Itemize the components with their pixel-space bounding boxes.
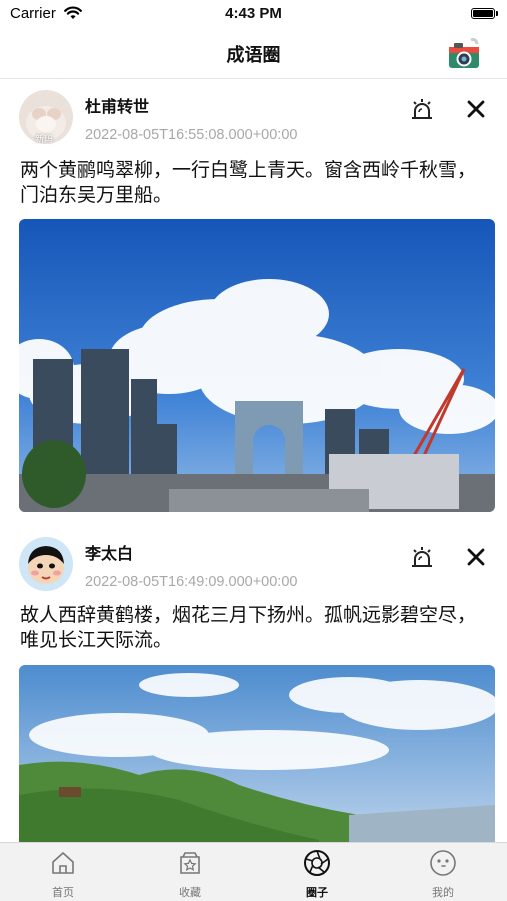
alarm-icon[interactable] [409, 544, 435, 570]
status-bar: Carrier 4:43 PM [0, 0, 507, 28]
post-text: 两个黄鹂鸣翠柳，一行白鹭上青天。窗含西岭千秋雪，门泊东吴万里船。 [20, 159, 477, 206]
favorites-icon [180, 852, 200, 874]
profile-face-icon [430, 850, 456, 876]
avatar-caption: 新玛 [35, 135, 54, 145]
tab-circle[interactable]: 圈子 [267, 843, 367, 901]
post-timestamp: 2022-08-05T16:49:09.000+00:00 [85, 574, 298, 590]
avatar[interactable] [19, 537, 73, 591]
camera-icon[interactable] [446, 36, 482, 72]
tab-label: 圈子 [306, 886, 328, 899]
post-text: 故人西辞黄鹤楼，烟花三月下扬州。孤帆远影碧空尽，唯见长江天际流。 [20, 604, 477, 651]
tab-label: 我的 [432, 886, 454, 899]
clock: 4:43 PM [225, 5, 282, 22]
post-author[interactable]: 杜甫转世 [85, 93, 149, 117]
alarm-icon[interactable] [409, 96, 435, 122]
post-timestamp: 2022-08-05T16:55:08.000+00:00 [85, 127, 298, 143]
close-icon[interactable] [464, 545, 488, 569]
home-icon [52, 852, 74, 874]
post-author[interactable]: 李太白 [85, 540, 133, 564]
tab-label: 首页 [52, 886, 74, 899]
tab-favorites[interactable]: 收藏 [140, 843, 240, 901]
tab-profile[interactable]: 我的 [393, 843, 493, 901]
tab-label: 收藏 [179, 886, 201, 899]
battery-tip [496, 11, 498, 16]
tab-home[interactable]: 首页 [13, 843, 113, 901]
city-skyline-photo[interactable] [19, 219, 495, 512]
nav-bar: 成语圈 [0, 28, 507, 79]
tab-bar: 首页 收藏 圈子 我的 [0, 842, 507, 901]
page-title: 成语圈 [226, 45, 281, 66]
green-mountain-photo[interactable] [19, 665, 495, 842]
close-icon[interactable] [464, 97, 488, 121]
battery-icon [471, 8, 495, 19]
post-feed[interactable]: 新玛 杜甫转世 2022-08-05T16:55:08.000+00:00 两个… [0, 79, 507, 842]
aperture-icon [304, 850, 330, 876]
